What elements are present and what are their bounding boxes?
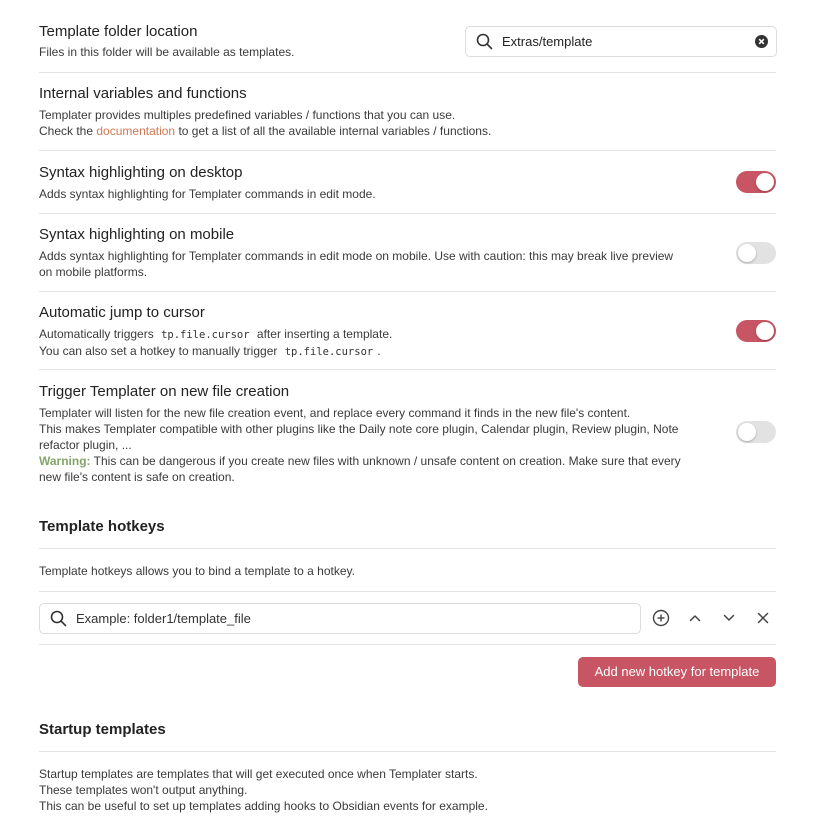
desc-line: Adds syntax highlighting for Templater c… — [39, 249, 674, 263]
setting-name: Syntax highlighting on mobile — [39, 226, 235, 243]
desc-text: after inserting a template. — [256, 327, 393, 341]
divider — [39, 591, 776, 592]
clear-icon[interactable] — [755, 35, 768, 53]
search-icon — [476, 33, 493, 55]
chevron-up-icon[interactable] — [686, 609, 704, 627]
setting-name: Automatic jump to cursor — [39, 304, 205, 321]
chevron-down-icon[interactable] — [720, 609, 738, 627]
warning-label: Warning: — [39, 454, 91, 468]
template-folder-input[interactable]: Extras/template — [465, 26, 777, 57]
syntax-mobile-toggle[interactable] — [736, 242, 776, 264]
code-snippet: tp.file.cursor — [161, 329, 250, 341]
desc-text: Check the — [39, 124, 94, 138]
add-hotkey-button[interactable]: Add new hotkey for template — [578, 657, 776, 687]
desc-line: Automatically triggers tp.file.cursor af… — [39, 326, 674, 343]
divider — [39, 369, 776, 370]
setting-desc: Templater provides multiples predefined … — [39, 107, 776, 139]
template-folder-value: Extras/template — [502, 34, 593, 49]
setting-name: Internal variables and functions — [39, 85, 247, 102]
desc-line: Templater provides multiples predefined … — [39, 108, 456, 122]
syntax-desktop-toggle[interactable] — [736, 171, 776, 193]
setting-auto-jump: Automatic jump to cursor Automatically t… — [39, 304, 674, 360]
setting-desc: Automatically triggers tp.file.cursor af… — [39, 326, 674, 360]
setting-syntax-mobile: Syntax highlighting on mobile Adds synta… — [39, 226, 719, 280]
divider — [39, 150, 776, 151]
divider — [39, 291, 776, 292]
hotkeys-desc: Template hotkeys allows you to bind a te… — [39, 564, 355, 578]
code-snippet: tp.file.cursor — [284, 346, 374, 358]
desc-text: Automatically triggers — [39, 327, 154, 341]
toggle-knob — [738, 423, 756, 441]
setting-syntax-desktop: Syntax highlighting on desktop Adds synt… — [39, 164, 674, 202]
desc-line: This can be useful to set up templates a… — [39, 799, 488, 813]
desc-text: . — [377, 344, 381, 358]
settings-panel: Template folder location Files in this f… — [0, 0, 814, 822]
hotkeys-heading: Template hotkeys — [39, 518, 165, 535]
search-placeholder: Example: folder1/template_file — [76, 611, 251, 626]
desc-line: Startup templates are templates that wil… — [39, 767, 478, 781]
hotkey-template-search[interactable]: Example: folder1/template_file — [39, 603, 641, 634]
setting-desc: Adds syntax highlighting for Templater c… — [39, 187, 376, 201]
startup-desc: Startup templates are templates that wil… — [39, 766, 776, 814]
desc-line: refactor plugin, ... — [39, 438, 132, 452]
auto-jump-toggle[interactable] — [736, 320, 776, 342]
divider — [39, 644, 776, 645]
toggle-knob — [756, 322, 774, 340]
divider — [39, 72, 776, 73]
setting-name: Trigger Templater on new file creation — [39, 383, 290, 400]
desc-text: to get a list of all the available inter… — [178, 124, 492, 138]
desc-text: You can also set a hotkey to manually tr… — [39, 344, 278, 358]
documentation-link[interactable]: documentation — [96, 124, 175, 138]
divider — [39, 213, 776, 214]
toggle-knob — [738, 244, 756, 262]
toggle-knob — [756, 173, 774, 191]
desc-line: new file's content is safe on creation. — [39, 470, 235, 484]
setting-trigger-new-file: Trigger Templater on new file creation T… — [39, 383, 719, 485]
plus-circle-icon[interactable] — [652, 609, 670, 627]
startup-heading: Startup templates — [39, 721, 166, 738]
setting-desc: Adds syntax highlighting for Templater c… — [39, 248, 719, 280]
close-icon[interactable] — [754, 609, 772, 627]
desc-line: Templater will listen for the new file c… — [39, 406, 631, 420]
trigger-new-file-toggle[interactable] — [736, 421, 776, 443]
desc-line: You can also set a hotkey to manually tr… — [39, 343, 674, 360]
desc-line: Warning: This can be dangerous if you cr… — [39, 453, 719, 469]
desc-line: This makes Templater compatible with oth… — [39, 422, 679, 436]
setting-name: Syntax highlighting on desktop — [39, 164, 243, 181]
divider — [39, 751, 776, 752]
setting-desc: Templater will listen for the new file c… — [39, 405, 719, 485]
divider — [39, 548, 776, 549]
desc-line: on mobile platforms. — [39, 265, 148, 279]
setting-internal-variables: Internal variables and functions Templat… — [39, 85, 776, 139]
search-icon — [50, 610, 67, 632]
desc-line: These templates won't output anything. — [39, 783, 248, 797]
warning-text: This can be dangerous if you create new … — [93, 454, 681, 468]
desc-line: Check the documentation to get a list of… — [39, 123, 776, 139]
